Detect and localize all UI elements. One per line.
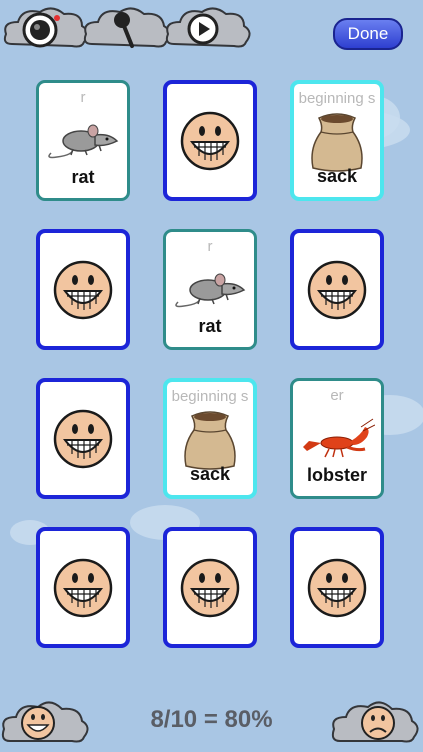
card-word-label: rat — [198, 316, 222, 336]
memory-card-lobster[interactable]: er lobster — [290, 378, 384, 499]
memory-card-hidden[interactable] — [36, 229, 130, 350]
memory-card-sack[interactable]: beginning s sack — [290, 80, 384, 201]
card-sound-label: er — [330, 387, 344, 404]
card-word-label: lobster — [306, 465, 367, 485]
play-button[interactable] — [164, 4, 252, 52]
card-sound-label: beginning s — [171, 388, 249, 405]
record-button[interactable] — [82, 4, 172, 52]
camera-button[interactable] — [2, 4, 90, 52]
card-word-label: rat — [71, 167, 95, 187]
memory-card-hidden[interactable] — [290, 527, 384, 648]
card-sound-label: beginning s — [298, 90, 376, 107]
smiley-face-icon — [307, 260, 367, 320]
rat-icon — [48, 124, 119, 159]
memory-card-sack[interactable]: beginning s sack — [163, 378, 257, 499]
sad-face-icon — [331, 701, 419, 743]
memory-card-rat[interactable]: r rat — [36, 80, 130, 201]
memory-card-hidden[interactable] — [163, 527, 257, 648]
lobster-icon — [303, 418, 375, 458]
card-word-label: sack — [316, 166, 358, 186]
memory-card-hidden[interactable] — [36, 527, 130, 648]
card-word-label: sack — [189, 464, 231, 484]
sad-face-button[interactable] — [330, 695, 422, 747]
smiley-face-icon — [53, 558, 113, 618]
memory-card-rat[interactable]: r rat — [163, 229, 257, 350]
microphone-icon — [114, 12, 134, 48]
memory-card-hidden[interactable] — [36, 378, 130, 499]
memory-card-hidden[interactable] — [163, 80, 257, 201]
camera-icon — [22, 12, 60, 48]
rat-icon — [175, 273, 246, 308]
play-icon — [187, 13, 219, 45]
done-button[interactable]: Done — [333, 18, 403, 50]
card-sound-label: r — [80, 89, 86, 106]
smiley-face-icon — [180, 111, 240, 171]
smiley-face-icon — [307, 558, 367, 618]
smiley-face-icon — [53, 409, 113, 469]
smiley-face-icon — [53, 260, 113, 320]
memory-card-hidden[interactable] — [290, 229, 384, 350]
smiley-face-icon — [180, 558, 240, 618]
card-sound-label: r — [207, 238, 213, 255]
